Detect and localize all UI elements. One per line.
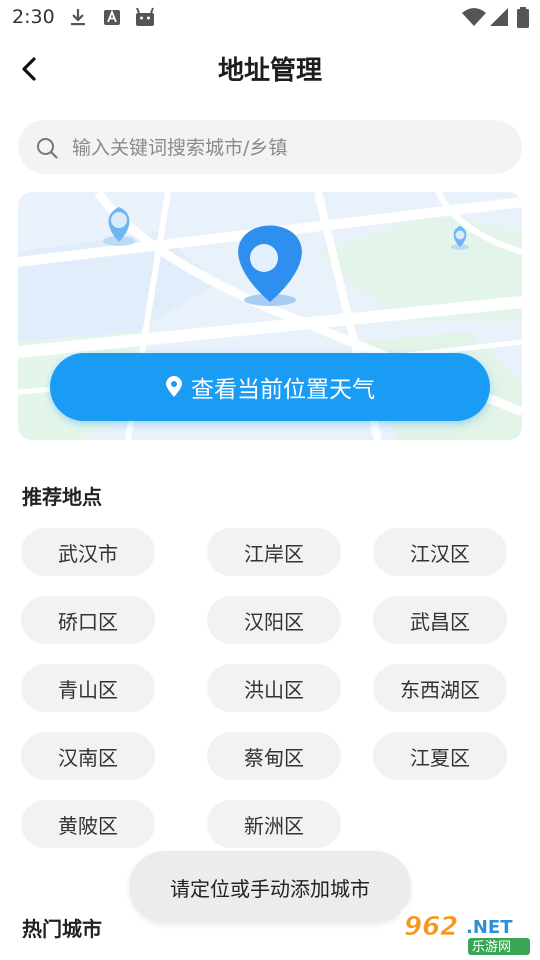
font-a-icon — [104, 9, 120, 25]
place-chip[interactable]: 武汉市 — [21, 528, 155, 576]
download-icon — [71, 9, 85, 26]
watermark-caption: 乐游网 — [472, 940, 511, 955]
place-chip[interactable]: 新洲区 — [207, 800, 341, 848]
place-chip[interactable]: 东西湖区 — [373, 664, 507, 712]
toast-message: 请定位或手动添加城市 — [129, 851, 411, 923]
battery-icon — [517, 7, 529, 28]
place-chip[interactable]: 黄陂区 — [21, 800, 155, 848]
location-pin-icon — [166, 376, 182, 397]
view-current-location-weather-button[interactable]: 查看当前位置天气 — [50, 353, 490, 421]
place-chip[interactable]: 江汉区 — [373, 528, 507, 576]
place-chip[interactable]: 汉阳区 — [207, 596, 341, 644]
wifi-icon — [462, 8, 486, 26]
place-chip[interactable]: 蔡甸区 — [207, 732, 341, 780]
place-chip[interactable]: 洪山区 — [207, 664, 341, 712]
place-chip[interactable]: 硚口区 — [21, 596, 155, 644]
locate-button-label: 查看当前位置天气 — [191, 377, 375, 403]
place-chip[interactable]: 汉南区 — [21, 732, 155, 780]
status-time: 2:30 — [12, 6, 55, 28]
place-chip[interactable]: 江岸区 — [207, 528, 341, 576]
recommended-title: 推荐地点 — [22, 485, 102, 509]
place-chip[interactable]: 青山区 — [21, 664, 155, 712]
page-title: 地址管理 — [217, 56, 322, 86]
search-icon — [37, 138, 58, 159]
android-icon — [136, 7, 154, 26]
status-bar: 2:30 — [0, 0, 540, 36]
watermark-number: 962 — [404, 912, 458, 942]
place-chip[interactable]: 武昌区 — [373, 596, 507, 644]
cellular-signal-icon — [490, 8, 508, 26]
hot-cities-title: 热门城市 — [22, 917, 102, 941]
watermark-logo: 962 .NET 乐游网 — [400, 908, 534, 956]
search-input[interactable] — [70, 124, 504, 172]
watermark-suffix: .NET — [466, 917, 513, 938]
place-chip[interactable]: 江夏区 — [373, 732, 507, 780]
